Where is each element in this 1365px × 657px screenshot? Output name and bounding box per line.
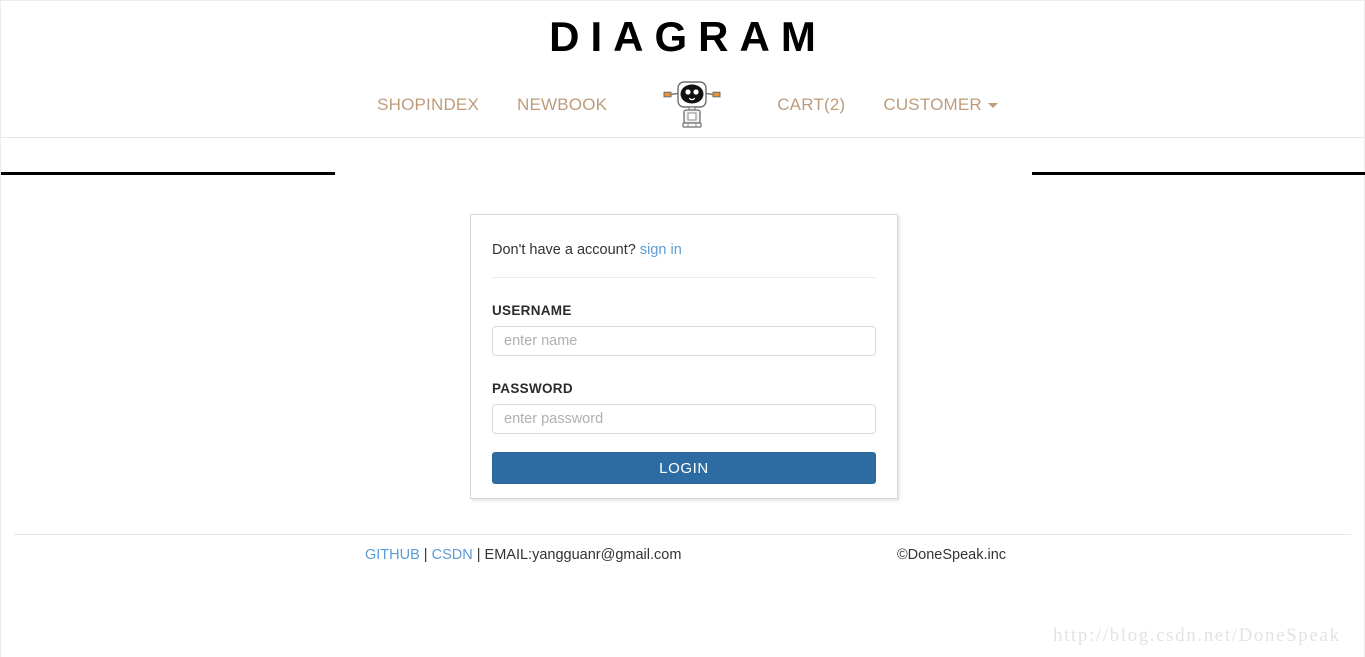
login-button[interactable]: LOGIN [492,452,876,484]
nav-item-shopindex[interactable]: SHOPINDEX [377,95,479,115]
footer-links: GITHUB | CSDN | EMAIL:yangguanr@gmail.co… [365,547,681,563]
nav-item-newbook[interactable]: NEWBOOK [517,95,607,115]
password-label: PASSWORD [492,381,573,396]
signup-prompt-row: Don't have a account? sign in [492,237,876,258]
footer-link-github[interactable]: GITHUB [365,547,420,563]
signup-prompt-text: Don't have a account? [492,242,636,258]
navbar: SHOPINDEX NEWBOOK CART(2) CUSTOMER [1,73,1365,175]
robot-mascot-icon[interactable] [662,79,722,131]
footer: GITHUB | CSDN | EMAIL:yangguanr@gmail.co… [1,547,1365,577]
card-divider [492,277,876,278]
nav-left-group: SHOPINDEX NEWBOOK [367,95,607,115]
footer-link-csdn[interactable]: CSDN [432,547,473,563]
chevron-down-icon [987,103,998,108]
main-content: Don't have a account? sign in USERNAME P… [1,138,1364,530]
nav-item-cart[interactable]: CART(2) [777,95,845,115]
watermark: http://blog.csdn.net/DoneSpeak [1053,625,1341,646]
username-input[interactable] [492,326,876,356]
page-title: DIAGRAM [549,13,827,60]
page-root: DIAGRAM SHOPINDEX NEWBOOK CART(2) CUSTOM… [0,0,1365,657]
nav-item-customer[interactable]: CUSTOMER [883,95,998,115]
footer-copyright: ©DoneSpeak.inc [897,547,1007,563]
login-card: Don't have a account? sign in USERNAME P… [470,214,898,499]
footer-divider [14,534,1351,535]
nav-item-customer-label: CUSTOMER [883,95,982,114]
footer-separator-1: | [419,547,432,563]
footer-separator-2: | [472,547,485,563]
password-input[interactable] [492,404,876,434]
footer-email-text: EMAIL:yangguanr@gmail.com [484,547,682,563]
nav-right-group: CART(2) CUSTOMER [777,95,998,115]
sign-in-link[interactable]: sign in [640,242,682,258]
header: DIAGRAM [1,1,1364,73]
username-label: USERNAME [492,303,572,318]
